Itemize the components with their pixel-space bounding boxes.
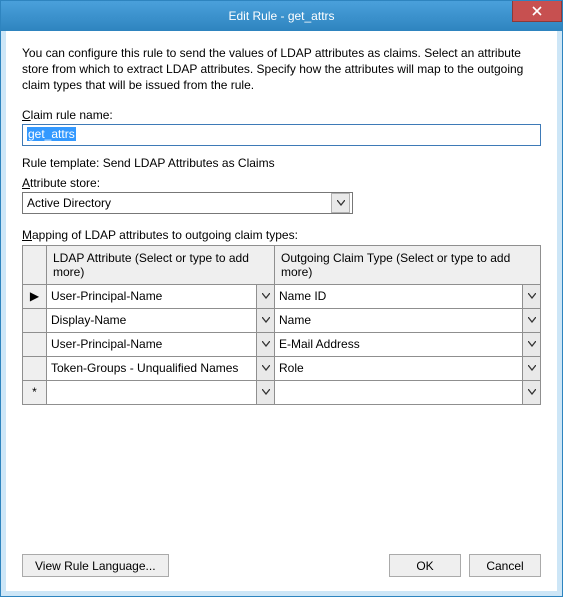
title-bar: Edit Rule - get_attrs	[1, 1, 562, 31]
outgoing-claim-cell[interactable]: Name	[275, 308, 541, 332]
view-rule-language-button[interactable]: View Rule Language...	[22, 554, 169, 577]
window-title: Edit Rule - get_attrs	[228, 9, 334, 23]
ldap-attribute-cell[interactable]: Display-Name	[47, 308, 275, 332]
table-row: User-Principal-Name E-Mail Address	[23, 332, 541, 356]
dialog-content: You can configure this rule to send the …	[1, 31, 562, 596]
row-marker: ▶	[23, 284, 47, 308]
outgoing-claim-cell[interactable]: Role	[275, 356, 541, 380]
ldap-attribute-cell[interactable]	[47, 380, 275, 404]
ldap-attribute-value: User-Principal-Name	[47, 333, 256, 356]
grid-col-ldap: LDAP Attribute (Select or type to add mo…	[47, 245, 275, 284]
chevron-down-icon	[256, 285, 274, 308]
mapping-label: Mapping of LDAP attributes to outgoing c…	[22, 228, 541, 242]
row-marker	[23, 308, 47, 332]
chevron-down-icon	[522, 333, 540, 356]
outgoing-claim-cell[interactable]: Name ID	[275, 284, 541, 308]
rule-name-input[interactable]: get_attrs	[22, 124, 541, 146]
ldap-attribute-cell[interactable]: User-Principal-Name	[47, 284, 275, 308]
grid-corner	[23, 245, 47, 284]
row-marker: *	[23, 380, 47, 404]
outgoing-claim-value: Name	[275, 309, 522, 332]
chevron-down-icon	[256, 381, 274, 404]
attribute-store-label: Attribute store:	[22, 176, 541, 190]
ldap-attribute-value: Display-Name	[47, 309, 256, 332]
ldap-attribute-value	[47, 381, 256, 404]
dialog-footer: View Rule Language... OK Cancel	[22, 554, 541, 577]
rule-template-text: Rule template: Send LDAP Attributes as C…	[22, 156, 541, 170]
rule-name-value: get_attrs	[27, 127, 76, 141]
outgoing-claim-value	[275, 381, 522, 404]
chevron-down-icon	[256, 333, 274, 356]
chevron-down-icon	[256, 309, 274, 332]
attribute-store-value: Active Directory	[27, 196, 111, 210]
row-marker	[23, 332, 47, 356]
mapping-grid: LDAP Attribute (Select or type to add mo…	[22, 245, 541, 405]
chevron-down-icon	[522, 285, 540, 308]
description-text: You can configure this rule to send the …	[22, 45, 541, 94]
close-button[interactable]	[512, 1, 562, 22]
ldap-attribute-value: User-Principal-Name	[47, 285, 256, 308]
ldap-attribute-value: Token-Groups - Unqualified Names	[47, 357, 256, 380]
outgoing-claim-cell[interactable]: E-Mail Address	[275, 332, 541, 356]
chevron-down-icon	[522, 381, 540, 404]
close-icon	[532, 6, 542, 16]
row-marker	[23, 356, 47, 380]
table-row: ▶User-Principal-Name Name ID	[23, 284, 541, 308]
chevron-down-icon	[331, 193, 350, 213]
ldap-attribute-cell[interactable]: User-Principal-Name	[47, 332, 275, 356]
table-row: Token-Groups - Unqualified Names Role	[23, 356, 541, 380]
outgoing-claim-value: Role	[275, 357, 522, 380]
ok-button[interactable]: OK	[389, 554, 461, 577]
chevron-down-icon	[522, 309, 540, 332]
rule-name-label: Claim rule name:	[22, 108, 541, 122]
outgoing-claim-value: Name ID	[275, 285, 522, 308]
chevron-down-icon	[256, 357, 274, 380]
table-row: Display-Name Name	[23, 308, 541, 332]
ldap-attribute-cell[interactable]: Token-Groups - Unqualified Names	[47, 356, 275, 380]
grid-col-out: Outgoing Claim Type (Select or type to a…	[275, 245, 541, 284]
outgoing-claim-cell[interactable]	[275, 380, 541, 404]
outgoing-claim-value: E-Mail Address	[275, 333, 522, 356]
cancel-button[interactable]: Cancel	[469, 554, 541, 577]
table-row: *	[23, 380, 541, 404]
attribute-store-select[interactable]: Active Directory	[22, 192, 353, 214]
chevron-down-icon	[522, 357, 540, 380]
